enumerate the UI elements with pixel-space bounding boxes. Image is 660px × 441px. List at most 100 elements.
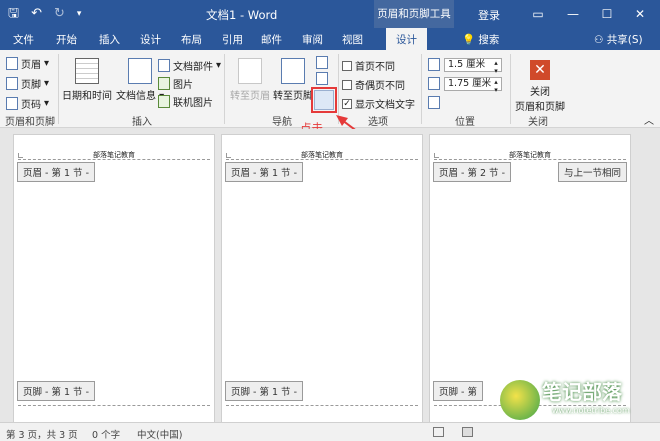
person-icon: ⚇: [594, 34, 604, 46]
page-count[interactable]: 第 3 页，共 3 页: [6, 427, 78, 441]
online-picture-button[interactable]: 联机图片: [158, 94, 213, 109]
share-label: 共享(S): [606, 34, 643, 46]
ribbon-tabs: 文件 开始 插入 设计 布局 引用 邮件 审阅 视图 设计 💡 搜索 ⚇ 共享(…: [0, 28, 660, 50]
next-section-button[interactable]: [316, 72, 328, 85]
previous-section-button[interactable]: [316, 56, 328, 69]
checkbox-icon: [342, 60, 352, 71]
show-document-text-checkbox[interactable]: ✓ 显示文档文字: [342, 96, 415, 111]
close-icon: ✕: [530, 60, 550, 80]
docinfo-button[interactable]: 文档信息 ▾: [116, 58, 164, 102]
diff-odd-even-label: 奇偶页不同: [355, 81, 405, 92]
context-tab-title: 页眉和页脚工具: [374, 0, 454, 28]
minimize-icon[interactable]: —: [563, 4, 583, 24]
datetime-button[interactable]: 日期和时间: [62, 58, 112, 102]
alignment-tab-icon[interactable]: [428, 96, 440, 109]
group-separator: [421, 54, 422, 124]
customize-qat-icon[interactable]: ▾: [77, 6, 82, 22]
position-group-label: 位置: [455, 117, 475, 128]
tab-design[interactable]: 设计: [140, 32, 161, 47]
page-number-icon: [6, 97, 18, 110]
previous-icon: [316, 56, 328, 69]
share-button[interactable]: ⚇ 共享(S): [594, 32, 643, 47]
same-as-previous-tag: 与上一节相同: [557, 162, 627, 182]
tab-insert[interactable]: 插入: [99, 32, 120, 47]
watermark-url: www.notetribe.com: [552, 406, 630, 415]
close-window-icon[interactable]: ✕: [630, 4, 650, 24]
watermark-logo-icon: [500, 380, 540, 420]
maximize-icon[interactable]: ☐: [597, 4, 617, 24]
quick-parts-button[interactable]: 文档部件 ▾: [158, 58, 221, 73]
header-button[interactable]: 页眉 ▾: [6, 56, 49, 71]
window-title: 文档1 - Word: [206, 8, 278, 22]
different-odd-even-checkbox[interactable]: 奇偶页不同: [342, 77, 405, 92]
picture-label: 图片: [173, 80, 193, 91]
header-position-input[interactable]: 1.5 厘米: [444, 58, 502, 75]
footer-section-tag: 页脚 - 第: [433, 381, 483, 401]
footer-section-tag: 页脚 - 第 1 节 -: [225, 381, 303, 401]
footer-section-tag: 页脚 - 第 1 节 -: [17, 381, 95, 401]
quick-access-toolbar: 🖫 ↶ ↻ ▾: [8, 6, 81, 22]
tab-review[interactable]: 审阅: [302, 32, 323, 47]
redo-icon[interactable]: ↻: [54, 6, 65, 22]
search-box[interactable]: 💡 搜索: [462, 32, 499, 47]
page-2[interactable]: 部落笔记教育 页眉 - 第 1 节 - 页脚 - 第 1 节 -: [221, 134, 423, 424]
header-boundary: [18, 159, 210, 160]
login-link[interactable]: 登录: [478, 7, 500, 23]
collapse-ribbon-icon[interactable]: ︿: [644, 112, 654, 127]
header-boundary: [226, 159, 418, 160]
tab-layout[interactable]: 布局: [181, 32, 202, 47]
show-text-label: 显示文档文字: [355, 100, 415, 111]
tab-hf-design[interactable]: 设计: [386, 28, 427, 50]
nav-group-label: 导航: [272, 117, 292, 128]
word-count[interactable]: 0 个字: [92, 427, 120, 441]
diff-first-label: 首页不同: [355, 62, 395, 73]
watermark: 笔记部落 www.notetribe.com: [490, 372, 650, 428]
language[interactable]: 中文(中国): [137, 427, 182, 441]
tab-home[interactable]: 开始: [56, 32, 77, 47]
page-number-button[interactable]: 页码 ▾: [6, 96, 49, 111]
close-hf-button[interactable]: ✕ 关闭 页眉和页脚: [515, 60, 565, 113]
header-top-icon: [428, 58, 440, 71]
different-first-page-checkbox[interactable]: 首页不同: [342, 58, 395, 73]
picture-button[interactable]: 图片: [158, 76, 193, 91]
header-section-tag: 页眉 - 第 1 节 -: [225, 162, 303, 182]
quick-parts-icon: [158, 59, 170, 72]
goto-header-label: 转至页眉: [230, 91, 270, 102]
footer-boundary: [18, 405, 210, 406]
undo-icon[interactable]: ↶: [31, 6, 42, 22]
save-icon[interactable]: 🖫: [8, 6, 19, 22]
goto-footer-icon: [281, 58, 305, 84]
read-mode-icon[interactable]: [433, 427, 444, 437]
search-label: 搜索: [478, 34, 500, 46]
goto-header-button[interactable]: 转至页眉: [230, 58, 270, 102]
watermark-text: 笔记部落: [542, 380, 622, 404]
footer-label: 页脚: [21, 80, 41, 91]
tab-mailings[interactable]: 邮件: [261, 32, 282, 47]
tab-references[interactable]: 引用: [222, 32, 243, 47]
checkbox-icon: [342, 79, 352, 90]
footer-button[interactable]: 页脚 ▾: [6, 76, 49, 91]
tab-file[interactable]: 文件: [13, 32, 34, 47]
group-separator: [510, 54, 511, 124]
header-icon: [6, 57, 18, 70]
group-separator: [224, 54, 225, 124]
checkmark-icon: ✓: [342, 98, 352, 109]
lightbulb-icon: 💡: [462, 34, 476, 46]
footer-bottom-icon: [428, 77, 440, 90]
title-bar: 🖫 ↶ ↻ ▾ 文档1 - Word 页眉和页脚工具 登录 ▭ — ☐ ✕: [0, 0, 660, 28]
page-1[interactable]: 部落笔记教育 页眉 - 第 1 节 - 页脚 - 第 1 节 -: [13, 134, 215, 424]
next-icon: [316, 72, 328, 85]
docinfo-label: 文档信息: [116, 91, 156, 102]
close-group-label: 关闭: [528, 117, 548, 128]
online-picture-icon: [158, 95, 170, 108]
close-label-2: 页眉和页脚: [515, 102, 565, 113]
header-section-tag: 页眉 - 第 2 节 -: [433, 162, 511, 182]
ribbon-display-icon[interactable]: ▭: [528, 4, 548, 24]
document-info-icon: [128, 58, 153, 84]
header-section-tag: 页眉 - 第 1 节 -: [17, 162, 95, 182]
tab-view[interactable]: 视图: [342, 32, 363, 47]
goto-footer-button[interactable]: 转至页脚: [273, 58, 313, 102]
footer-position-input[interactable]: 1.75 厘米: [444, 77, 502, 94]
print-layout-icon[interactable]: [462, 427, 473, 437]
header-label: 页眉: [21, 60, 41, 71]
